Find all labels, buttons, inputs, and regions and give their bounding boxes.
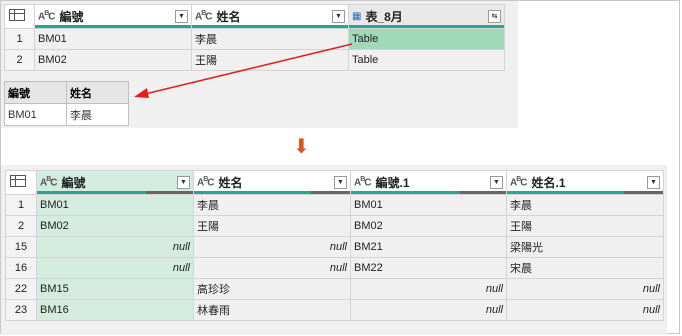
down-arrow-icon: ⬇ [293, 136, 310, 158]
column-header-編號[interactable]: ABC 編號 ▼ [36, 170, 194, 195]
bottom-query-panel: ABC 編號 ▼ ABC 姓名 ▼ ABC 編號.1 ▼ ABC 姓名.1 ▼ 1 BM01 李… [1, 165, 667, 335]
table-menu-button[interactable] [5, 170, 37, 195]
table-row: 22 BM15 高珍珍 null null [5, 278, 664, 300]
merged-data-grid: ABC 編號 ▼ ABC 姓名 ▼ ABC 編號.1 ▼ ABC 姓名.1 ▼ 1 BM01 李… [5, 170, 664, 321]
column-header-姓名.1[interactable]: ABC 姓名.1 ▼ [506, 170, 664, 195]
filter-dropdown-icon[interactable]: ▼ [334, 176, 347, 189]
filter-dropdown-icon[interactable]: ▼ [490, 176, 503, 189]
filter-dropdown-icon[interactable]: ▼ [647, 176, 660, 189]
table-row: 16 null null BM22 宋晨 [5, 257, 664, 279]
table-row: 23 BM16 林春雨 null null [5, 299, 664, 321]
text-type-icon: ABC [354, 176, 372, 189]
table-row: 2 BM02 王陽 BM02 王陽 [5, 215, 664, 237]
table-row: 15 null null BM21 梁陽光 [5, 236, 664, 258]
text-type-icon: ABC [197, 176, 215, 189]
table-icon [10, 175, 26, 187]
text-type-icon: ABC [40, 176, 58, 189]
filter-dropdown-icon[interactable]: ▼ [177, 176, 190, 189]
text-type-icon: ABC [510, 176, 528, 189]
column-header-編號.1[interactable]: ABC 編號.1 ▼ [350, 170, 507, 195]
column-header-姓名[interactable]: ABC 姓名 ▼ [193, 170, 351, 195]
table-row: 1 BM01 李晨 BM01 李晨 [5, 194, 664, 216]
